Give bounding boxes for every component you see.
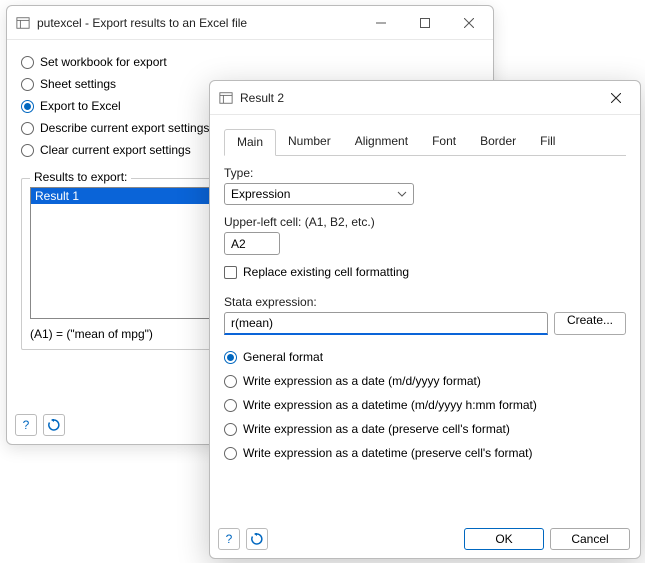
radio-set-workbook[interactable]: Set workbook for export bbox=[21, 52, 479, 72]
app-icon bbox=[15, 15, 31, 31]
reset-button[interactable] bbox=[246, 528, 268, 550]
svg-text:?: ? bbox=[23, 419, 30, 431]
radio-label: Clear current export settings bbox=[40, 143, 191, 157]
app-icon bbox=[218, 90, 234, 106]
tab-bar: Main Number Alignment Font Border Fill bbox=[224, 129, 626, 156]
checkbox-icon bbox=[224, 266, 237, 279]
chevron-down-icon bbox=[397, 189, 407, 199]
window-title: putexcel - Export results to an Excel fi… bbox=[37, 16, 359, 30]
radio-label: Describe current export settings bbox=[40, 121, 209, 135]
radio-label: General format bbox=[243, 350, 323, 364]
radio-label: Write expression as a datetime (m/d/yyyy… bbox=[243, 398, 537, 412]
results-label: Results to export: bbox=[30, 170, 131, 184]
tab-alignment[interactable]: Alignment bbox=[343, 129, 420, 155]
close-button[interactable] bbox=[594, 83, 638, 113]
result-dialog: Result 2 Main Number Alignment Font Bord… bbox=[209, 80, 641, 559]
tab-main[interactable]: Main bbox=[224, 129, 276, 156]
tab-border[interactable]: Border bbox=[468, 129, 528, 155]
replace-formatting-checkbox[interactable]: Replace existing cell formatting bbox=[224, 265, 626, 279]
tab-font[interactable]: Font bbox=[420, 129, 468, 155]
svg-text:?: ? bbox=[226, 533, 233, 545]
radio-label: Set workbook for export bbox=[40, 55, 167, 69]
maximize-button[interactable] bbox=[403, 8, 447, 38]
help-button[interactable]: ? bbox=[15, 414, 37, 436]
cancel-button[interactable]: Cancel bbox=[550, 528, 630, 550]
minimize-button[interactable] bbox=[359, 8, 403, 38]
window-title: Result 2 bbox=[240, 91, 594, 105]
tab-number[interactable]: Number bbox=[276, 129, 343, 155]
type-select[interactable]: Expression bbox=[224, 183, 414, 205]
cell-label: Upper-left cell: (A1, B2, etc.) bbox=[224, 215, 626, 229]
radio-label: Write expression as a date (preserve cel… bbox=[243, 422, 510, 436]
radio-label: Write expression as a date (m/d/yyyy for… bbox=[243, 374, 481, 388]
titlebar[interactable]: putexcel - Export results to an Excel fi… bbox=[7, 6, 493, 40]
stata-expr-value: r(mean) bbox=[231, 316, 273, 330]
cell-value: A2 bbox=[231, 237, 246, 251]
type-label: Type: bbox=[224, 166, 626, 180]
cell-input[interactable]: A2 bbox=[224, 232, 280, 255]
radio-label: Write expression as a datetime (preserve… bbox=[243, 446, 533, 460]
radio-datetime[interactable]: Write expression as a datetime (m/d/yyyy… bbox=[224, 395, 626, 415]
close-button[interactable] bbox=[447, 8, 491, 38]
radio-datetime-preserve[interactable]: Write expression as a datetime (preserve… bbox=[224, 443, 626, 463]
reset-button[interactable] bbox=[43, 414, 65, 436]
stata-expr-label: Stata expression: bbox=[224, 295, 626, 309]
radio-label: Sheet settings bbox=[40, 77, 116, 91]
create-button[interactable]: Create... bbox=[554, 312, 626, 335]
radio-general-format[interactable]: General format bbox=[224, 347, 626, 367]
help-button[interactable]: ? bbox=[218, 528, 240, 550]
titlebar[interactable]: Result 2 bbox=[210, 81, 640, 115]
radio-date-preserve[interactable]: Write expression as a date (preserve cel… bbox=[224, 419, 626, 439]
ok-button[interactable]: OK bbox=[464, 528, 544, 550]
radio-date[interactable]: Write expression as a date (m/d/yyyy for… bbox=[224, 371, 626, 391]
checkbox-label: Replace existing cell formatting bbox=[243, 265, 409, 279]
tab-fill[interactable]: Fill bbox=[528, 129, 567, 155]
type-value: Expression bbox=[231, 187, 290, 201]
radio-label: Export to Excel bbox=[40, 99, 121, 113]
stata-expr-input[interactable]: r(mean) bbox=[224, 312, 548, 335]
